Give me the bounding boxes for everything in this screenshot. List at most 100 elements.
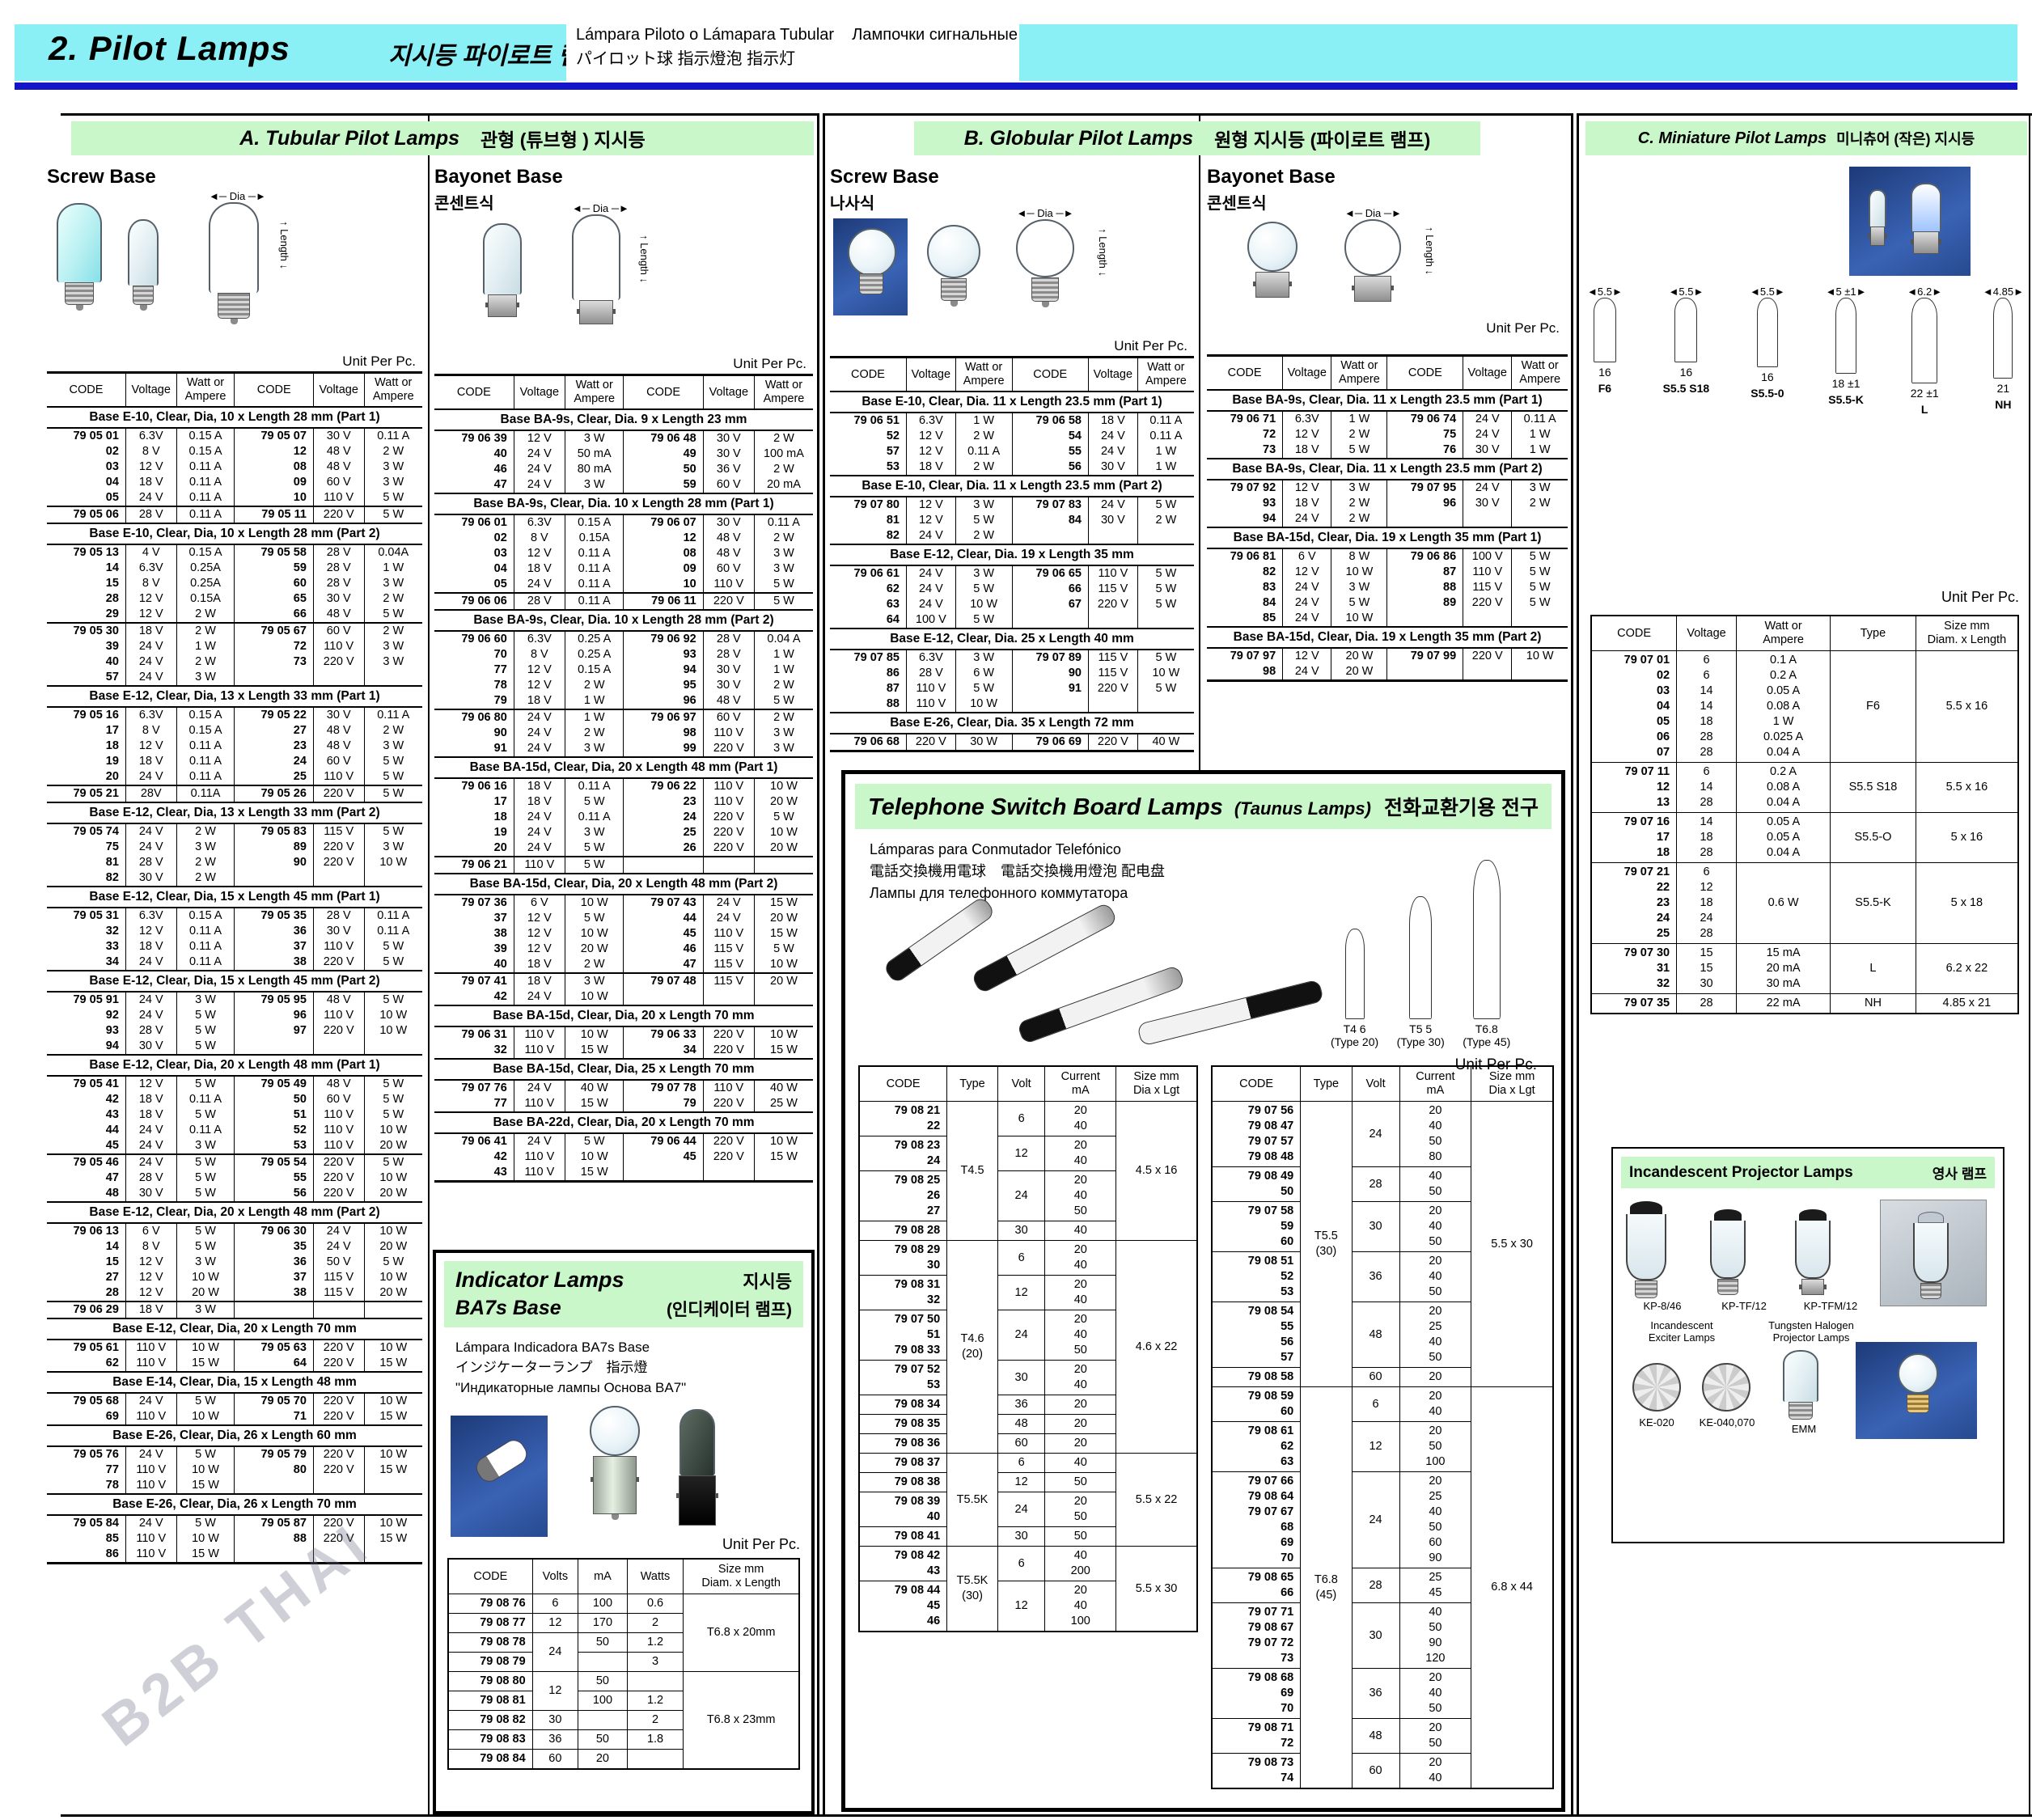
voltage-cell: 24 V xyxy=(1283,611,1331,627)
current-cell: 50 xyxy=(1045,1527,1116,1547)
voltage-cell: 220 V xyxy=(313,1356,364,1372)
table-row: 43110 V15 W xyxy=(434,1165,813,1182)
voltage-cell: 24 V xyxy=(125,769,176,785)
column-header: Watt or Ampere xyxy=(1331,356,1387,391)
voltage-cell: 30 V xyxy=(125,1186,176,1202)
voltage-cell: 28 V xyxy=(703,631,754,647)
code-cell: 79 05 76 xyxy=(47,1446,125,1462)
code-cell: 79 08 77 xyxy=(448,1614,532,1633)
watt-cell: 0.11 A xyxy=(176,490,235,506)
volt-cell: 30 xyxy=(1352,1202,1399,1252)
voltage-cell xyxy=(313,670,364,686)
watt-cell: 20 W xyxy=(1331,648,1387,664)
size-cell: 5.5 x 16 xyxy=(1916,651,2018,763)
watt-cell: 3 W xyxy=(176,992,235,1008)
table-row: 79 07 8012 V3 W79 07 8324 V5 W xyxy=(830,497,1194,513)
voltage-cell: 220 V xyxy=(313,785,364,802)
code-cell: 82 xyxy=(830,528,907,544)
code-cell: 28 xyxy=(47,1285,125,1302)
code-cell: 24 xyxy=(624,810,703,825)
column-header: Voltage xyxy=(1677,616,1737,651)
column-header: Size mm Diam. x Length xyxy=(1916,616,2018,651)
watt-cell: 3 W xyxy=(364,639,422,654)
s55s18-diagram: ◄5.5► 16 S5.5 S18 xyxy=(1663,286,1710,416)
code-cell: 79 07 5253 xyxy=(859,1361,947,1395)
code-cell: 82 xyxy=(1207,565,1283,580)
watt-cell: 1 W xyxy=(955,413,1012,429)
table-row: 2024 V0.11 A25110 V5 W xyxy=(47,769,422,785)
current-cell: 2040 xyxy=(1045,1276,1116,1310)
watt-cell: 0.15 A xyxy=(565,514,624,531)
column-header: Watt or Ampere xyxy=(1512,356,1568,391)
code-cell: 79 06 51 xyxy=(830,413,907,429)
table-row: 77110 V15 W79220 V25 W xyxy=(434,1096,813,1112)
table-row: 2812 V20 W38115 V20 W xyxy=(47,1285,422,1302)
voltage-cell: 48 V xyxy=(313,992,364,1008)
voltage-cell xyxy=(1463,611,1512,627)
miniature-table: CODEVoltageWatt or AmpereTypeSize mm Dia… xyxy=(1590,615,2019,1014)
voltage-cell: 12 V xyxy=(514,678,565,693)
code-cell: 42 xyxy=(434,989,514,1005)
table-row: 0524 V0.11 A10110 V5 W xyxy=(47,490,422,506)
voltage-cell: 220 V xyxy=(313,1186,364,1202)
column-header: Voltage xyxy=(907,358,956,392)
watt-cell: 5 W xyxy=(754,810,813,825)
voltage-cell: 28 V xyxy=(313,908,364,924)
watt-cell: 20 W xyxy=(176,1285,235,1302)
base-heading: Base BA-15d, Clear, Dia. 19 x Length 35 … xyxy=(1207,527,1568,548)
table-row: 79 05 6824 V5 W79 05 70220 V10 W xyxy=(47,1393,422,1409)
code-cell: 84 xyxy=(1207,595,1283,611)
size-cell: 6.8 x 44 xyxy=(1471,1387,1553,1789)
code-cell: 64 xyxy=(235,1356,313,1372)
voltage-cell: 8 V xyxy=(125,1239,176,1255)
kptfm12-label: KP-TFM/12 xyxy=(1786,1300,1875,1312)
voltage-cell: 30 V xyxy=(125,870,176,887)
watt-cell: 5 W xyxy=(176,1239,235,1255)
voltage-cell: 220 V xyxy=(313,1170,364,1186)
watt-cell: 20 W xyxy=(364,1239,422,1255)
watt-cell: 0.11 A xyxy=(565,546,624,561)
base-heading: Base E-12, Clear, Dia, 13 x Length 33 mm… xyxy=(47,686,422,707)
watt-cell: 5 W xyxy=(364,954,422,971)
voltage-cell: 24 V xyxy=(1283,511,1331,527)
code-cell: 15 xyxy=(47,576,125,591)
table-row: 4424 V0.11 A52110 V10 W xyxy=(47,1123,422,1138)
column-header: Type xyxy=(947,1066,998,1102)
code-cell: 10 xyxy=(624,577,703,593)
table-row: 79 07 4118 V3 W79 07 48115 V20 W xyxy=(434,973,813,989)
watt-cell: 1 W xyxy=(1137,444,1194,459)
code-cell: 72 xyxy=(235,639,313,654)
watt-cell: 1 W xyxy=(1137,459,1194,476)
table-row: 0312 V0.11 A0848 V3 W xyxy=(47,459,422,475)
voltage-cell xyxy=(1089,612,1138,629)
code-cell: 79 xyxy=(624,1096,703,1112)
watt-cell: 1 W xyxy=(565,693,624,709)
watt-cell: 0.11 A xyxy=(1137,413,1194,429)
voltage-cell: 60 V xyxy=(703,477,754,493)
watt-cell: 0.11 A xyxy=(176,939,235,954)
code-cell: 79 08 35 xyxy=(859,1415,947,1434)
table-row: 9318 V2 W9630 V2 W xyxy=(1207,496,1568,511)
voltage-cell: 110 V xyxy=(514,1096,565,1112)
projector-lamp-row: KP-8/46 KP-TF/12 KP-TFM/12 Incandescent … xyxy=(1613,1196,2003,1342)
code-cell: 37 xyxy=(235,939,313,954)
watt-cell: 0.15 A xyxy=(176,707,235,723)
code-cell: 79 05 35 xyxy=(235,908,313,924)
watt-cell: 20 W xyxy=(1331,664,1387,681)
watt-cell: 5 W xyxy=(955,681,1012,696)
watt-cell: 30 W xyxy=(955,734,1012,751)
base-heading: Base BA-15d, Clear, Dia, 20 x Length 48 … xyxy=(434,874,813,895)
watt-cell: 0.15A xyxy=(565,531,624,546)
voltage-cell: 110 V xyxy=(313,1008,364,1023)
table-row: 79 08 37T5.5K6405.5 x 22 xyxy=(859,1454,1197,1473)
current-cell: 20405080 xyxy=(1399,1102,1471,1167)
voltage-cell: 18 V xyxy=(514,957,565,973)
code-cell: 79 05 70 xyxy=(235,1393,313,1409)
column-header: Watts xyxy=(627,1559,683,1594)
watt-cell: 2 W xyxy=(176,623,235,639)
code-cell: 71 xyxy=(235,1409,313,1425)
voltage-cell: 115 V xyxy=(703,973,754,989)
type-cell: S5.5-O xyxy=(1831,813,1916,863)
watt-cell: 80 mA xyxy=(565,462,624,477)
code-cell: 70 xyxy=(434,647,514,662)
